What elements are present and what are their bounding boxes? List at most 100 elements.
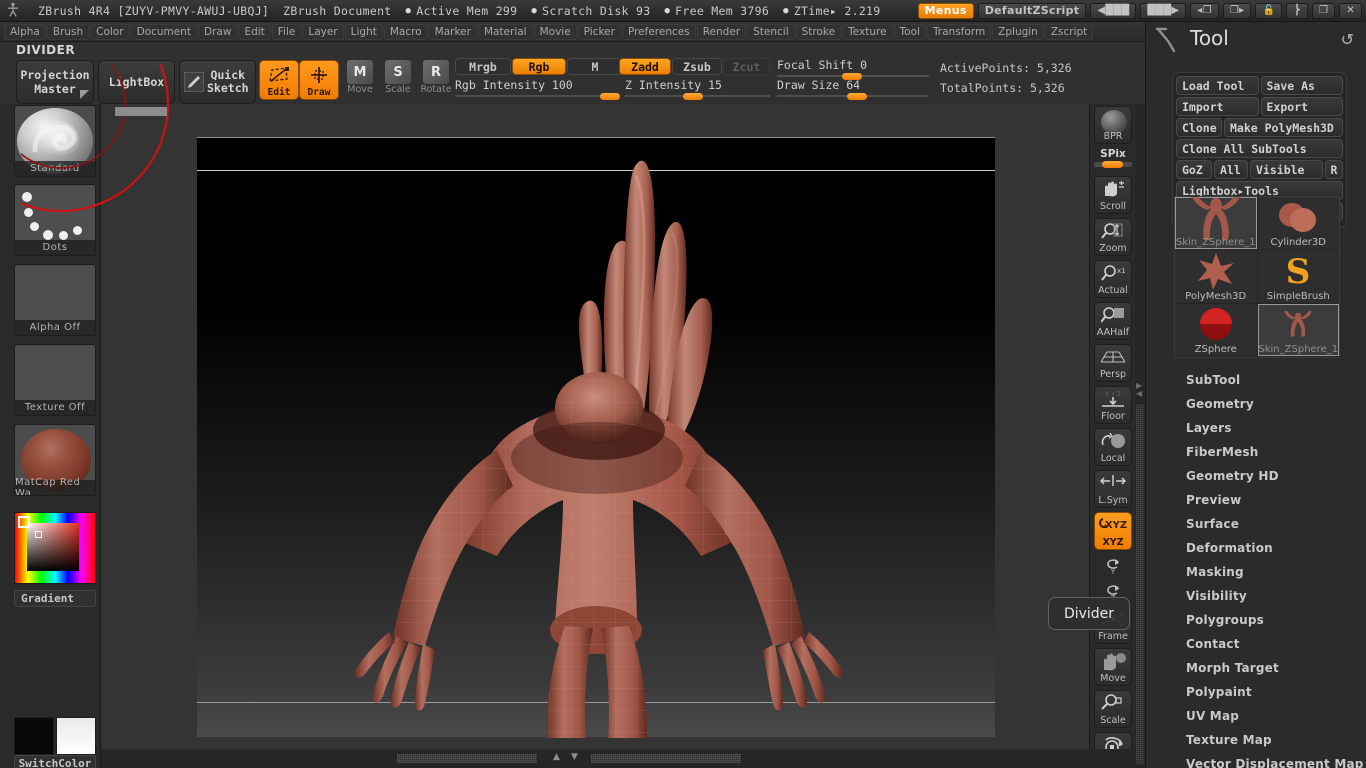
- document-canvas[interactable]: [197, 137, 995, 738]
- tool-thumb-polymesh3d[interactable]: PolyMesh3D: [1175, 250, 1257, 303]
- scroll-grip-right[interactable]: [591, 754, 741, 763]
- menu-item-material[interactable]: Material: [477, 23, 533, 40]
- edit-mode-button[interactable]: Edit: [259, 60, 299, 100]
- subpanel-visibility[interactable]: Visibility: [1186, 584, 1366, 608]
- menu-item-transform[interactable]: Transform: [926, 23, 992, 40]
- import-button[interactable]: Import: [1176, 97, 1259, 116]
- load-tool-button[interactable]: Load Tool: [1176, 76, 1259, 95]
- scroll-grip-left[interactable]: [397, 754, 537, 763]
- canvas-area[interactable]: [21, 64, 1189, 749]
- stroke-dots-icon[interactable]: Dots: [14, 184, 96, 256]
- subpanel-preview[interactable]: Preview: [1186, 488, 1366, 512]
- export-button[interactable]: Export: [1260, 97, 1343, 116]
- texture-off-icon[interactable]: Texture Off: [14, 344, 96, 416]
- menu-item-render[interactable]: Render: [696, 23, 747, 40]
- subpanel-layers[interactable]: Layers: [1186, 416, 1366, 440]
- tool-thumb-zsphere[interactable]: ZSphere: [1175, 303, 1257, 356]
- z-intensity-slider[interactable]: Z Intensity 15: [625, 78, 770, 100]
- zcut-toggle[interactable]: Zcut: [723, 58, 770, 75]
- subpanel-texture-map[interactable]: Texture Map: [1186, 728, 1366, 752]
- shelf-button-xyz[interactable]: XYZ XYZ: [1094, 512, 1132, 550]
- primary-color-swatch[interactable]: [14, 717, 54, 755]
- tool-thumb-skin-zsphere-1[interactable]: Skin_ZSphere_1: [1175, 197, 1257, 250]
- menu-item-document[interactable]: Document: [130, 23, 197, 40]
- goz-r-button[interactable]: R: [1325, 160, 1343, 179]
- shelf-button-move[interactable]: Move: [1094, 648, 1132, 686]
- zscript-selector[interactable]: DefaultZScript: [977, 2, 1087, 19]
- quick-sketch-button[interactable]: Quick Sketch: [179, 60, 256, 104]
- shelf-button-local[interactable]: Local: [1094, 428, 1132, 466]
- spix-slider[interactable]: SPix: [1094, 148, 1132, 168]
- rgb-intensity-slider[interactable]: Rgb Intensity 100: [455, 78, 620, 100]
- focal-shift-slider[interactable]: Focal Shift 0: [777, 58, 929, 80]
- shelf-button-floor[interactable]: X Y Z Floor: [1094, 386, 1132, 424]
- menu-item-zplugin[interactable]: Zplugin: [992, 23, 1044, 40]
- shelf-button-persp[interactable]: Persp: [1094, 344, 1132, 382]
- slider-knob[interactable]: [847, 93, 867, 100]
- menu-item-edit[interactable]: Edit: [238, 23, 271, 40]
- m-toggle[interactable]: M: [567, 58, 623, 75]
- menu-item-draw[interactable]: Draw: [198, 23, 238, 40]
- lightbox-button[interactable]: LightBox: [98, 60, 175, 104]
- shelf-button-zoom[interactable]: Zoom: [1094, 218, 1132, 256]
- switch-color-button[interactable]: SwitchColor: [14, 755, 96, 768]
- rgb-toggle[interactable]: Rgb: [512, 58, 566, 75]
- all-button[interactable]: All: [1214, 160, 1248, 179]
- subpanel-vector-displacement-map[interactable]: Vector Displacement Map: [1186, 752, 1366, 768]
- tool-thumb-skin-zsphere-1-alt[interactable]: Skin_ZSphere_1: [1257, 303, 1339, 356]
- slider-knob[interactable]: [683, 93, 703, 100]
- menu-item-picker[interactable]: Picker: [577, 23, 621, 40]
- alpha-off-icon[interactable]: Alpha Off: [14, 264, 96, 336]
- slider-knob[interactable]: [600, 93, 620, 100]
- subpanel-geometry[interactable]: Geometry: [1186, 392, 1366, 416]
- tool-thumb-cylinder3d[interactable]: Cylinder3D: [1257, 197, 1339, 250]
- subpanel-uv-map[interactable]: UV Map: [1186, 704, 1366, 728]
- menu-item-stroke[interactable]: Stroke: [795, 23, 842, 40]
- reset-circular-arrow-icon[interactable]: ↺: [1341, 30, 1354, 49]
- scroll-up-arrow-icon[interactable]: ▲: [553, 753, 560, 762]
- mrgb-toggle[interactable]: Mrgb: [455, 58, 511, 75]
- menu-item-light[interactable]: Light: [344, 23, 383, 40]
- tool-thumb-simplebrush[interactable]: S SimpleBrush: [1257, 250, 1339, 303]
- shelf-button-rotate-y[interactable]: Y: [1094, 554, 1132, 576]
- shelf-button-scroll[interactable]: Scroll: [1094, 176, 1132, 214]
- brush-standard-icon[interactable]: Standard: [14, 105, 96, 177]
- texture-palette-item[interactable]: Texture Off: [14, 344, 96, 416]
- shelf-button-scale[interactable]: Scale: [1094, 690, 1132, 728]
- subpanel-contact[interactable]: Contact: [1186, 632, 1366, 656]
- menu-item-color[interactable]: Color: [90, 23, 130, 40]
- scroll-down-arrow-icon[interactable]: ▼: [571, 753, 578, 762]
- stroke-palette-item[interactable]: Dots: [14, 184, 96, 256]
- panel-splitter[interactable]: ▶ ◀: [1135, 104, 1145, 768]
- restore-button[interactable]: ❐: [1312, 2, 1336, 19]
- subpanel-morph-target[interactable]: Morph Target: [1186, 656, 1366, 680]
- bpr-render-button[interactable]: BPR: [1094, 106, 1132, 144]
- shelf-scroll-handle[interactable]: [115, 107, 167, 116]
- visible-button[interactable]: Visible: [1250, 160, 1323, 179]
- move-mode-button[interactable]: M Move: [340, 60, 380, 100]
- save-as-button[interactable]: Save As: [1260, 76, 1343, 95]
- menus-button[interactable]: Menus: [917, 2, 974, 19]
- scale-mode-button[interactable]: S Scale: [378, 60, 418, 100]
- nav-next-button[interactable]: ███▶: [1140, 2, 1187, 19]
- panel-prev-button[interactable]: ◂❐: [1190, 2, 1219, 19]
- zsphere-skin-model[interactable]: [197, 138, 995, 738]
- menu-item-alpha[interactable]: Alpha: [4, 23, 46, 40]
- subpanel-masking[interactable]: Masking: [1186, 560, 1366, 584]
- menu-item-zscript[interactable]: Zscript: [1044, 23, 1094, 40]
- subpanel-fibermesh[interactable]: FiberMesh: [1186, 440, 1366, 464]
- menu-item-macro[interactable]: Macro: [383, 23, 428, 40]
- spix-knob[interactable]: [1102, 161, 1123, 168]
- subpanel-polypaint[interactable]: Polypaint: [1186, 680, 1366, 704]
- draw-mode-button[interactable]: Draw: [299, 60, 339, 100]
- subpanel-geometry-hd[interactable]: Geometry HD: [1186, 464, 1366, 488]
- clone-button[interactable]: Clone: [1176, 118, 1222, 137]
- nav-prev-button[interactable]: ◀███: [1090, 2, 1137, 19]
- menu-item-marker[interactable]: Marker: [428, 23, 477, 40]
- menu-item-stencil[interactable]: Stencil: [747, 23, 795, 40]
- menu-item-brush[interactable]: Brush: [46, 23, 90, 40]
- lock-button[interactable]: 🔓: [1255, 2, 1283, 19]
- menu-item-movie[interactable]: Movie: [533, 23, 577, 40]
- make-polymesh3d-button[interactable]: Make PolyMesh3D: [1224, 118, 1343, 137]
- alpha-palette-item[interactable]: Alpha Off: [14, 264, 96, 336]
